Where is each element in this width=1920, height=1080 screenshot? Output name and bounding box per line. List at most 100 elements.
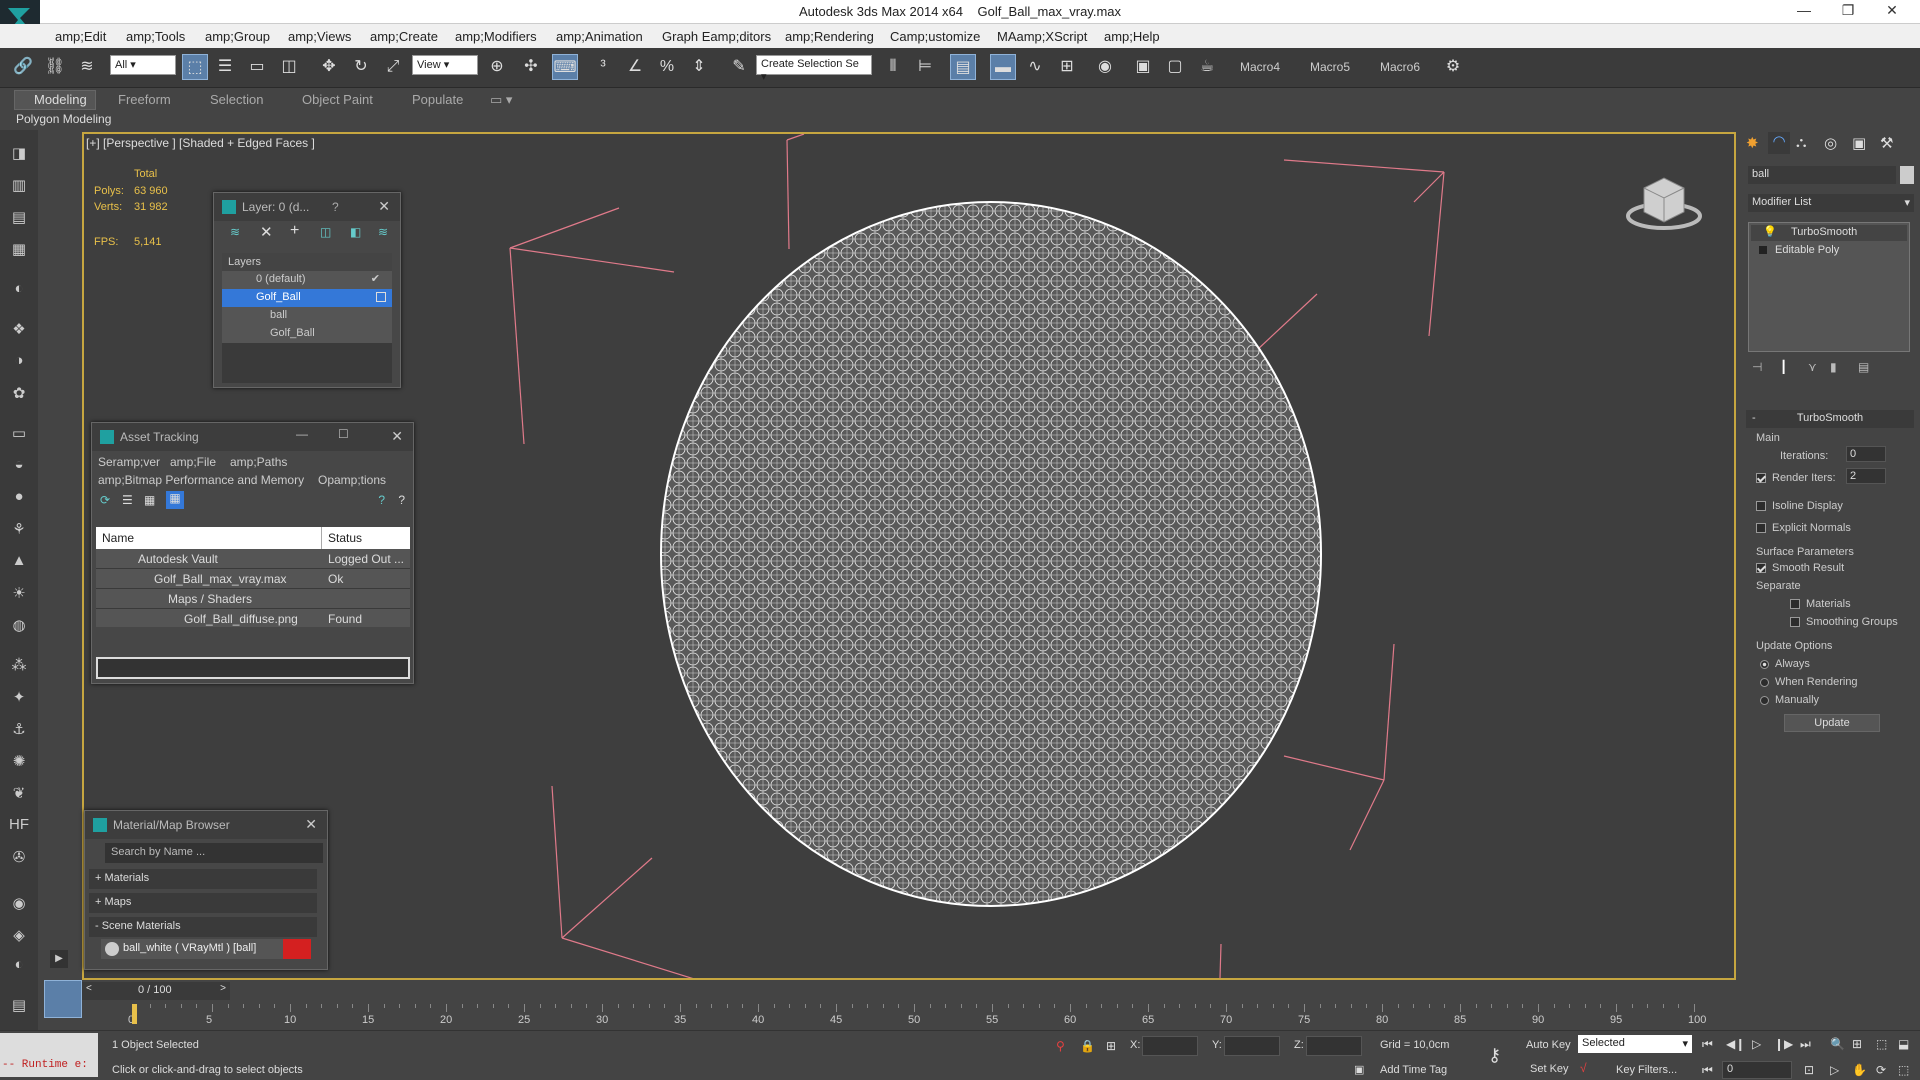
window-crossing-icon[interactable]: ◫: [276, 54, 302, 80]
next-key-icon[interactable]: ❙▶: [1774, 1037, 1793, 1051]
tab-populate[interactable]: Populate: [412, 92, 463, 107]
menu-paths[interactable]: amp;Paths: [230, 455, 287, 469]
list-view-icon[interactable]: ☰: [122, 493, 133, 507]
select-by-name-icon[interactable]: ☰: [212, 54, 238, 80]
prev-frame-icon[interactable]: <: [86, 983, 92, 994]
layer-object-item[interactable]: Golf_Ball: [222, 325, 392, 343]
new-layer-icon[interactable]: ≋: [230, 225, 240, 239]
table-view-icon[interactable]: ▦: [166, 491, 184, 509]
tool-icon-12[interactable]: ⚘: [7, 520, 31, 542]
z-coordinate-field[interactable]: [1306, 1036, 1362, 1056]
snap-3d-icon[interactable]: ³: [590, 54, 616, 80]
rollout-header[interactable]: - TurboSmooth: [1746, 410, 1914, 428]
configure-sets-icon[interactable]: ▤: [1858, 360, 1869, 374]
material-search-input[interactable]: Search by Name ...: [105, 843, 323, 863]
material-editor-icon[interactable]: ◉: [1092, 54, 1118, 80]
expand-arrow-icon[interactable]: ▶: [50, 950, 68, 968]
bind-spacewarp-icon[interactable]: ≋: [74, 54, 100, 80]
time-slider[interactable]: < 0 / 100 >: [82, 982, 230, 1000]
render-production-icon[interactable]: ☕: [1194, 54, 1220, 80]
layer-object-item[interactable]: ball: [222, 307, 392, 325]
percent-snap-icon[interactable]: %: [654, 54, 680, 80]
tool-icon-5[interactable]: ◐: [7, 280, 31, 302]
curve-editor-icon[interactable]: ∿: [1022, 54, 1048, 80]
menu-rendering[interactable]: amp;Rendering: [785, 29, 874, 44]
refresh-icon[interactable]: ⟳: [100, 493, 110, 507]
angle-snap-icon[interactable]: ∠: [622, 54, 648, 80]
group-materials[interactable]: + Materials: [89, 869, 317, 889]
stack-item-turbosmooth[interactable]: 💡 TurboSmooth: [1751, 225, 1907, 241]
play-icon[interactable]: ▷: [1752, 1037, 1761, 1051]
layer-item-selected[interactable]: Golf_Ball: [222, 289, 392, 307]
field-of-view-icon[interactable]: ▷: [1830, 1063, 1839, 1077]
link-icon[interactable]: 🔗: [10, 54, 36, 80]
ribbon-options-icon[interactable]: ▭ ▾: [490, 92, 512, 108]
keyboard-shortcut-toggle-icon[interactable]: ⌨: [552, 54, 578, 80]
help-button[interactable]: ?: [332, 200, 339, 214]
zoom-extents-all-icon[interactable]: ⬓: [1898, 1037, 1909, 1051]
absolute-mode-icon[interactable]: ⊞: [1106, 1039, 1116, 1053]
tab-selection[interactable]: Selection: [210, 92, 263, 107]
key-filters-button[interactable]: Key Filters...: [1616, 1064, 1677, 1076]
tool-icon-4[interactable]: ▦: [7, 240, 31, 262]
tool-icon-11[interactable]: ●: [7, 488, 31, 510]
rendered-frame-window-icon[interactable]: ▢: [1162, 54, 1188, 80]
stack-item-editable-poly[interactable]: Editable Poly: [1751, 243, 1907, 259]
motion-tab-icon[interactable]: ◎: [1824, 134, 1837, 152]
timeline-ruler[interactable]: 0510152025303540455055606570758085909510…: [128, 1004, 1706, 1030]
menu-group[interactable]: amp;Group: [205, 29, 270, 44]
smooth-result-checkbox[interactable]: [1756, 563, 1766, 574]
close-icon[interactable]: ✕: [305, 816, 317, 833]
lightbulb-icon[interactable]: 💡: [1763, 225, 1777, 238]
go-to-end-icon[interactable]: ⏭: [1800, 1037, 1811, 1052]
delete-layer-icon[interactable]: ✕: [260, 223, 273, 241]
manually-radio[interactable]: [1760, 695, 1769, 705]
tool-icon-26[interactable]: ▤: [7, 996, 31, 1018]
time-tag-icon[interactable]: ▣: [1354, 1063, 1364, 1076]
macro6-button[interactable]: Macro6: [1380, 60, 1420, 74]
help-icon[interactable]: ?: [398, 493, 405, 507]
tool-icon-15[interactable]: ◍: [7, 616, 31, 638]
menu-options[interactable]: Opamp;tions: [318, 473, 386, 487]
hide-layers-icon[interactable]: ≋: [378, 225, 388, 239]
isoline-row[interactable]: Isoline Display: [1756, 500, 1843, 512]
tool-icon-24[interactable]: ◈: [7, 926, 31, 948]
pivot-center-icon[interactable]: ⊕: [484, 54, 510, 80]
unlink-icon[interactable]: ⛓: [42, 54, 68, 80]
utilities-tab-icon[interactable]: ⚒: [1880, 134, 1893, 152]
vault-help-icon[interactable]: ?: [378, 493, 385, 507]
schematic-view-icon[interactable]: ⊞: [1054, 54, 1080, 80]
group-scene-materials[interactable]: - Scene Materials: [89, 917, 317, 937]
set-key-button[interactable]: Set Key: [1530, 1063, 1569, 1075]
settings-gear-icon[interactable]: ⚙: [1440, 54, 1466, 80]
table-row[interactable]: Golf_Ball_max_vray.max Ok: [96, 569, 410, 589]
remove-modifier-icon[interactable]: ▮: [1830, 360, 1837, 374]
tool-icon-2[interactable]: ▥: [7, 176, 31, 198]
menu-customize[interactable]: Camp;ustomize: [890, 29, 980, 44]
explicit-normals-checkbox[interactable]: [1756, 523, 1766, 534]
next-frame-icon[interactable]: >: [220, 983, 226, 994]
macro5-button[interactable]: Macro5: [1310, 60, 1350, 74]
materials-row[interactable]: Materials: [1790, 598, 1851, 610]
maximize-viewport-icon[interactable]: ⬚: [1898, 1063, 1909, 1077]
when-rendering-radio[interactable]: [1760, 677, 1769, 687]
current-frame-marker[interactable]: [132, 1004, 137, 1024]
group-maps[interactable]: + Maps: [89, 893, 317, 913]
close-icon[interactable]: ✕: [378, 198, 390, 215]
menu-views[interactable]: amp;Views: [288, 29, 351, 44]
tool-icon-7[interactable]: ◑: [7, 352, 31, 374]
tab-freeform[interactable]: Freeform: [118, 92, 171, 107]
tool-icon-18[interactable]: ⚓: [7, 720, 31, 742]
tool-icon-9[interactable]: ▭: [7, 424, 31, 446]
tool-icon-17[interactable]: ✦: [7, 688, 31, 710]
smooth-result-row[interactable]: Smooth Result: [1756, 562, 1844, 574]
asset-tracking-title[interactable]: Asset Tracking — ☐ ✕: [92, 423, 413, 451]
always-radio[interactable]: [1760, 659, 1769, 669]
isolate-icon[interactable]: ⚲: [1056, 1039, 1065, 1053]
material-item[interactable]: ball_white ( VRayMtl ) [ball]: [101, 939, 311, 959]
menu-maxscript[interactable]: MAamp;XScript: [997, 29, 1087, 44]
align-icon[interactable]: ⊨: [912, 54, 938, 80]
ref-coord-dropdown[interactable]: View ▾: [412, 55, 478, 75]
mirror-icon[interactable]: ⫴: [880, 54, 906, 80]
rotate-icon[interactable]: ↻: [348, 54, 374, 80]
